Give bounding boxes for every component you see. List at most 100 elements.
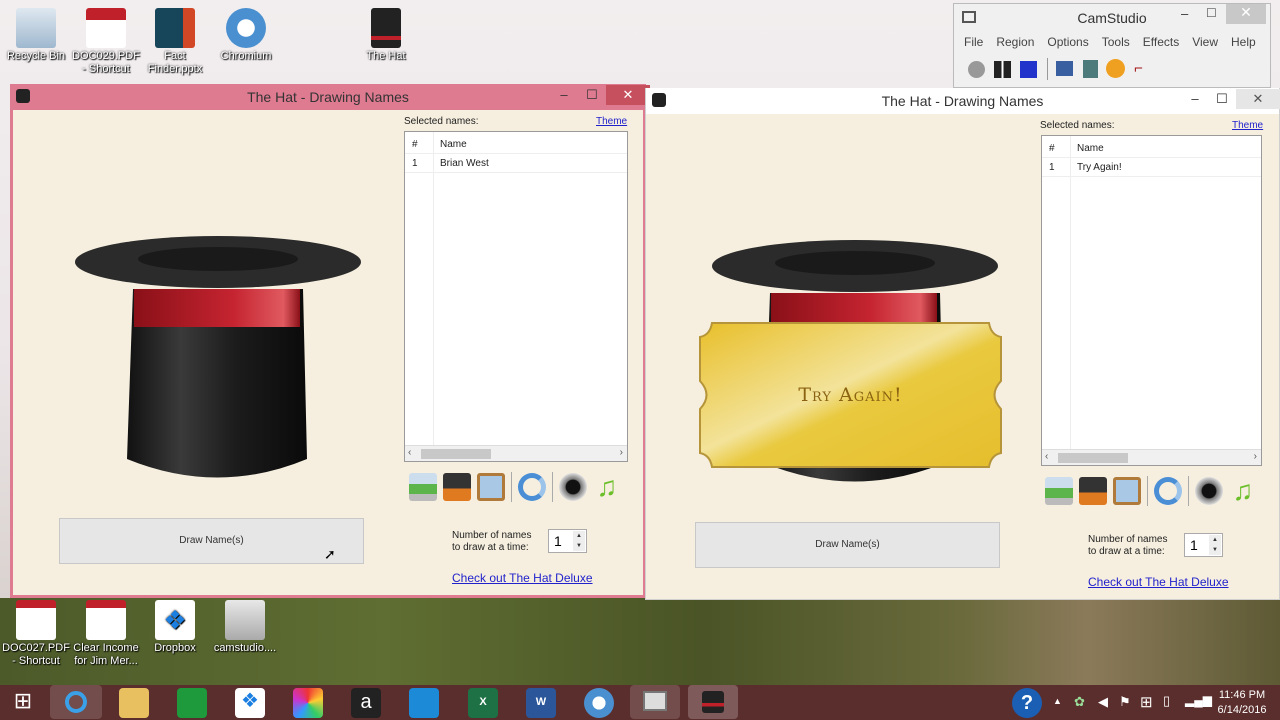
help-icon[interactable]: ? [1012, 688, 1042, 718]
store-icon[interactable] [177, 688, 207, 718]
music-icon[interactable]: ♫ [593, 473, 621, 501]
close-button[interactable]: ✕ [606, 85, 650, 105]
minimize-button[interactable]: – [1181, 89, 1209, 109]
print-icon[interactable] [1045, 477, 1073, 505]
record-button[interactable] [968, 61, 985, 78]
close-button[interactable]: ✕ [1236, 89, 1280, 109]
names-count-stepper[interactable]: 1 ▲ ▼ [548, 529, 587, 553]
pause-button[interactable] [994, 61, 1011, 78]
dropbox-icon: ❖ [155, 600, 195, 640]
screen-icon[interactable] [1083, 60, 1098, 78]
refresh-icon[interactable] [518, 473, 546, 501]
minimize-button[interactable]: – [1181, 6, 1188, 21]
clock[interactable]: 11:46 PM 6/14/2016 [1212, 688, 1272, 718]
taskbar-the-hat[interactable] [688, 685, 738, 719]
excel-icon[interactable]: X [468, 688, 498, 718]
recycle-bin-icon [16, 8, 56, 48]
start-button[interactable]: ⊞ [8, 688, 38, 718]
powerpoint-icon [155, 8, 195, 48]
camstudio-window: CamStudio – ☐ ✕ File Region Options Tool… [953, 3, 1271, 88]
list-item[interactable]: 1 Brian West [405, 154, 627, 173]
desktop-icon-recycle-bin[interactable]: Recycle Bin [0, 8, 72, 63]
windows-icon[interactable]: ⊞ [1140, 693, 1153, 711]
list-item[interactable]: 1 Try Again! [1042, 158, 1261, 177]
draw-names-button[interactable]: Draw Name(s) [695, 522, 1000, 568]
scroll-right-arrow[interactable]: › [1254, 451, 1257, 462]
minimize-button[interactable]: – [550, 85, 578, 105]
music-icon[interactable]: ♫ [1229, 477, 1257, 505]
maximize-button[interactable]: ☐ [578, 85, 606, 105]
speaker-icon[interactable] [1195, 477, 1223, 505]
column-header-name[interactable]: Name [1077, 143, 1104, 154]
horizontal-scrollbar[interactable]: ‹ › [405, 445, 627, 461]
scrollbar-thumb[interactable] [421, 449, 491, 459]
stepper-arrows[interactable]: ▲ ▼ [573, 531, 585, 551]
menu-effects[interactable]: Effects [1143, 35, 1179, 49]
show-hidden-icons-chevron[interactable]: ▲ [1053, 696, 1062, 706]
desktop-icon-fact-finder[interactable]: Fact Finder.pptx [139, 8, 211, 76]
close-button[interactable]: ✕ [1226, 4, 1266, 24]
dropbox-icon[interactable]: ❖ [235, 688, 265, 718]
taskbar-camstudio[interactable] [630, 685, 680, 719]
annotation-icon[interactable]: ⌐ [1134, 60, 1143, 77]
menu-region[interactable]: Region [996, 35, 1034, 49]
file-explorer-icon[interactable] [119, 688, 149, 718]
menu-view[interactable]: View [1192, 35, 1218, 49]
volume-icon[interactable]: ◀ [1098, 694, 1108, 710]
menu-options[interactable]: Options [1047, 35, 1088, 49]
scroll-right-arrow[interactable]: › [620, 447, 623, 458]
stepper-arrows[interactable]: ▲ ▼ [1209, 535, 1221, 555]
column-header-number[interactable]: # [1049, 143, 1055, 154]
effects-icon[interactable] [1106, 59, 1125, 78]
desktop-icon-doc029[interactable]: DOC029.PDF - Shortcut [70, 8, 142, 76]
stop-button[interactable] [1020, 61, 1037, 78]
maximize-button[interactable]: ☐ [1208, 89, 1236, 109]
amazon-icon[interactable]: a [351, 688, 381, 718]
theme-link[interactable]: Theme [596, 116, 627, 127]
menu-help[interactable]: Help [1231, 35, 1256, 49]
clipboard-icon[interactable] [477, 473, 505, 501]
row-number: 1 [1049, 162, 1055, 173]
menu-file[interactable]: File [964, 35, 983, 49]
battery-icon[interactable]: ▯ [1163, 693, 1170, 709]
refresh-icon[interactable] [1154, 477, 1182, 505]
names-count-stepper[interactable]: 1 ▲ ▼ [1184, 533, 1223, 557]
desktop-icon-doc027[interactable]: DOC027.PDF - Shortcut [0, 600, 72, 668]
toolbar-separator [1047, 58, 1048, 80]
print-icon[interactable] [409, 473, 437, 501]
clipboard-icon[interactable] [1113, 477, 1141, 505]
desktop-icon-camstudio-installer[interactable]: camstudio.... [209, 600, 281, 655]
theme-link[interactable]: Theme [1232, 120, 1263, 131]
taskbar-internet-explorer[interactable] [50, 685, 102, 719]
scrollbar-thumb[interactable] [1058, 453, 1128, 463]
save-icon[interactable] [1079, 477, 1107, 505]
list-toolbar: ♫ [409, 472, 621, 502]
sync-icon[interactable]: ✿ [1074, 694, 1085, 710]
chromium-icon[interactable] [584, 688, 614, 718]
hat-image[interactable] [71, 234, 363, 489]
column-header-number[interactable]: # [412, 139, 418, 150]
desktop-icon-chromium[interactable]: Chromium [210, 8, 282, 63]
region-icon[interactable] [1056, 61, 1073, 76]
save-icon[interactable] [443, 473, 471, 501]
menu-tools[interactable]: Tools [1102, 35, 1130, 49]
photos-icon[interactable] [293, 688, 323, 718]
maximize-button[interactable]: ☐ [1206, 6, 1217, 20]
speaker-icon[interactable] [559, 473, 587, 501]
horizontal-scrollbar[interactable]: ‹ › [1042, 449, 1261, 465]
draw-names-button[interactable]: Draw Name(s) [59, 518, 364, 564]
desktop-icon-dropbox[interactable]: ❖ Dropbox [139, 600, 211, 655]
selected-names-list[interactable]: # Name 1 Try Again! ‹ › [1041, 135, 1262, 466]
column-header-name[interactable]: Name [440, 139, 467, 150]
desktop-icon-the-hat[interactable]: The Hat [350, 8, 422, 63]
scroll-left-arrow[interactable]: ‹ [408, 447, 411, 458]
action-center-flag-icon[interactable]: ⚑ [1119, 694, 1131, 710]
onedrive-icon[interactable] [409, 688, 439, 718]
network-signal-icon[interactable]: ▂▄▆ [1185, 693, 1212, 707]
hat-deluxe-link[interactable]: Check out The Hat Deluxe [1088, 575, 1229, 589]
hat-deluxe-link[interactable]: Check out The Hat Deluxe [452, 571, 593, 585]
selected-names-list[interactable]: # Name 1 Brian West ‹ › [404, 131, 628, 462]
word-icon[interactable]: W [526, 688, 556, 718]
desktop-icon-clear-income[interactable]: Clear Income for Jim Mer... [70, 600, 142, 668]
scroll-left-arrow[interactable]: ‹ [1045, 451, 1048, 462]
